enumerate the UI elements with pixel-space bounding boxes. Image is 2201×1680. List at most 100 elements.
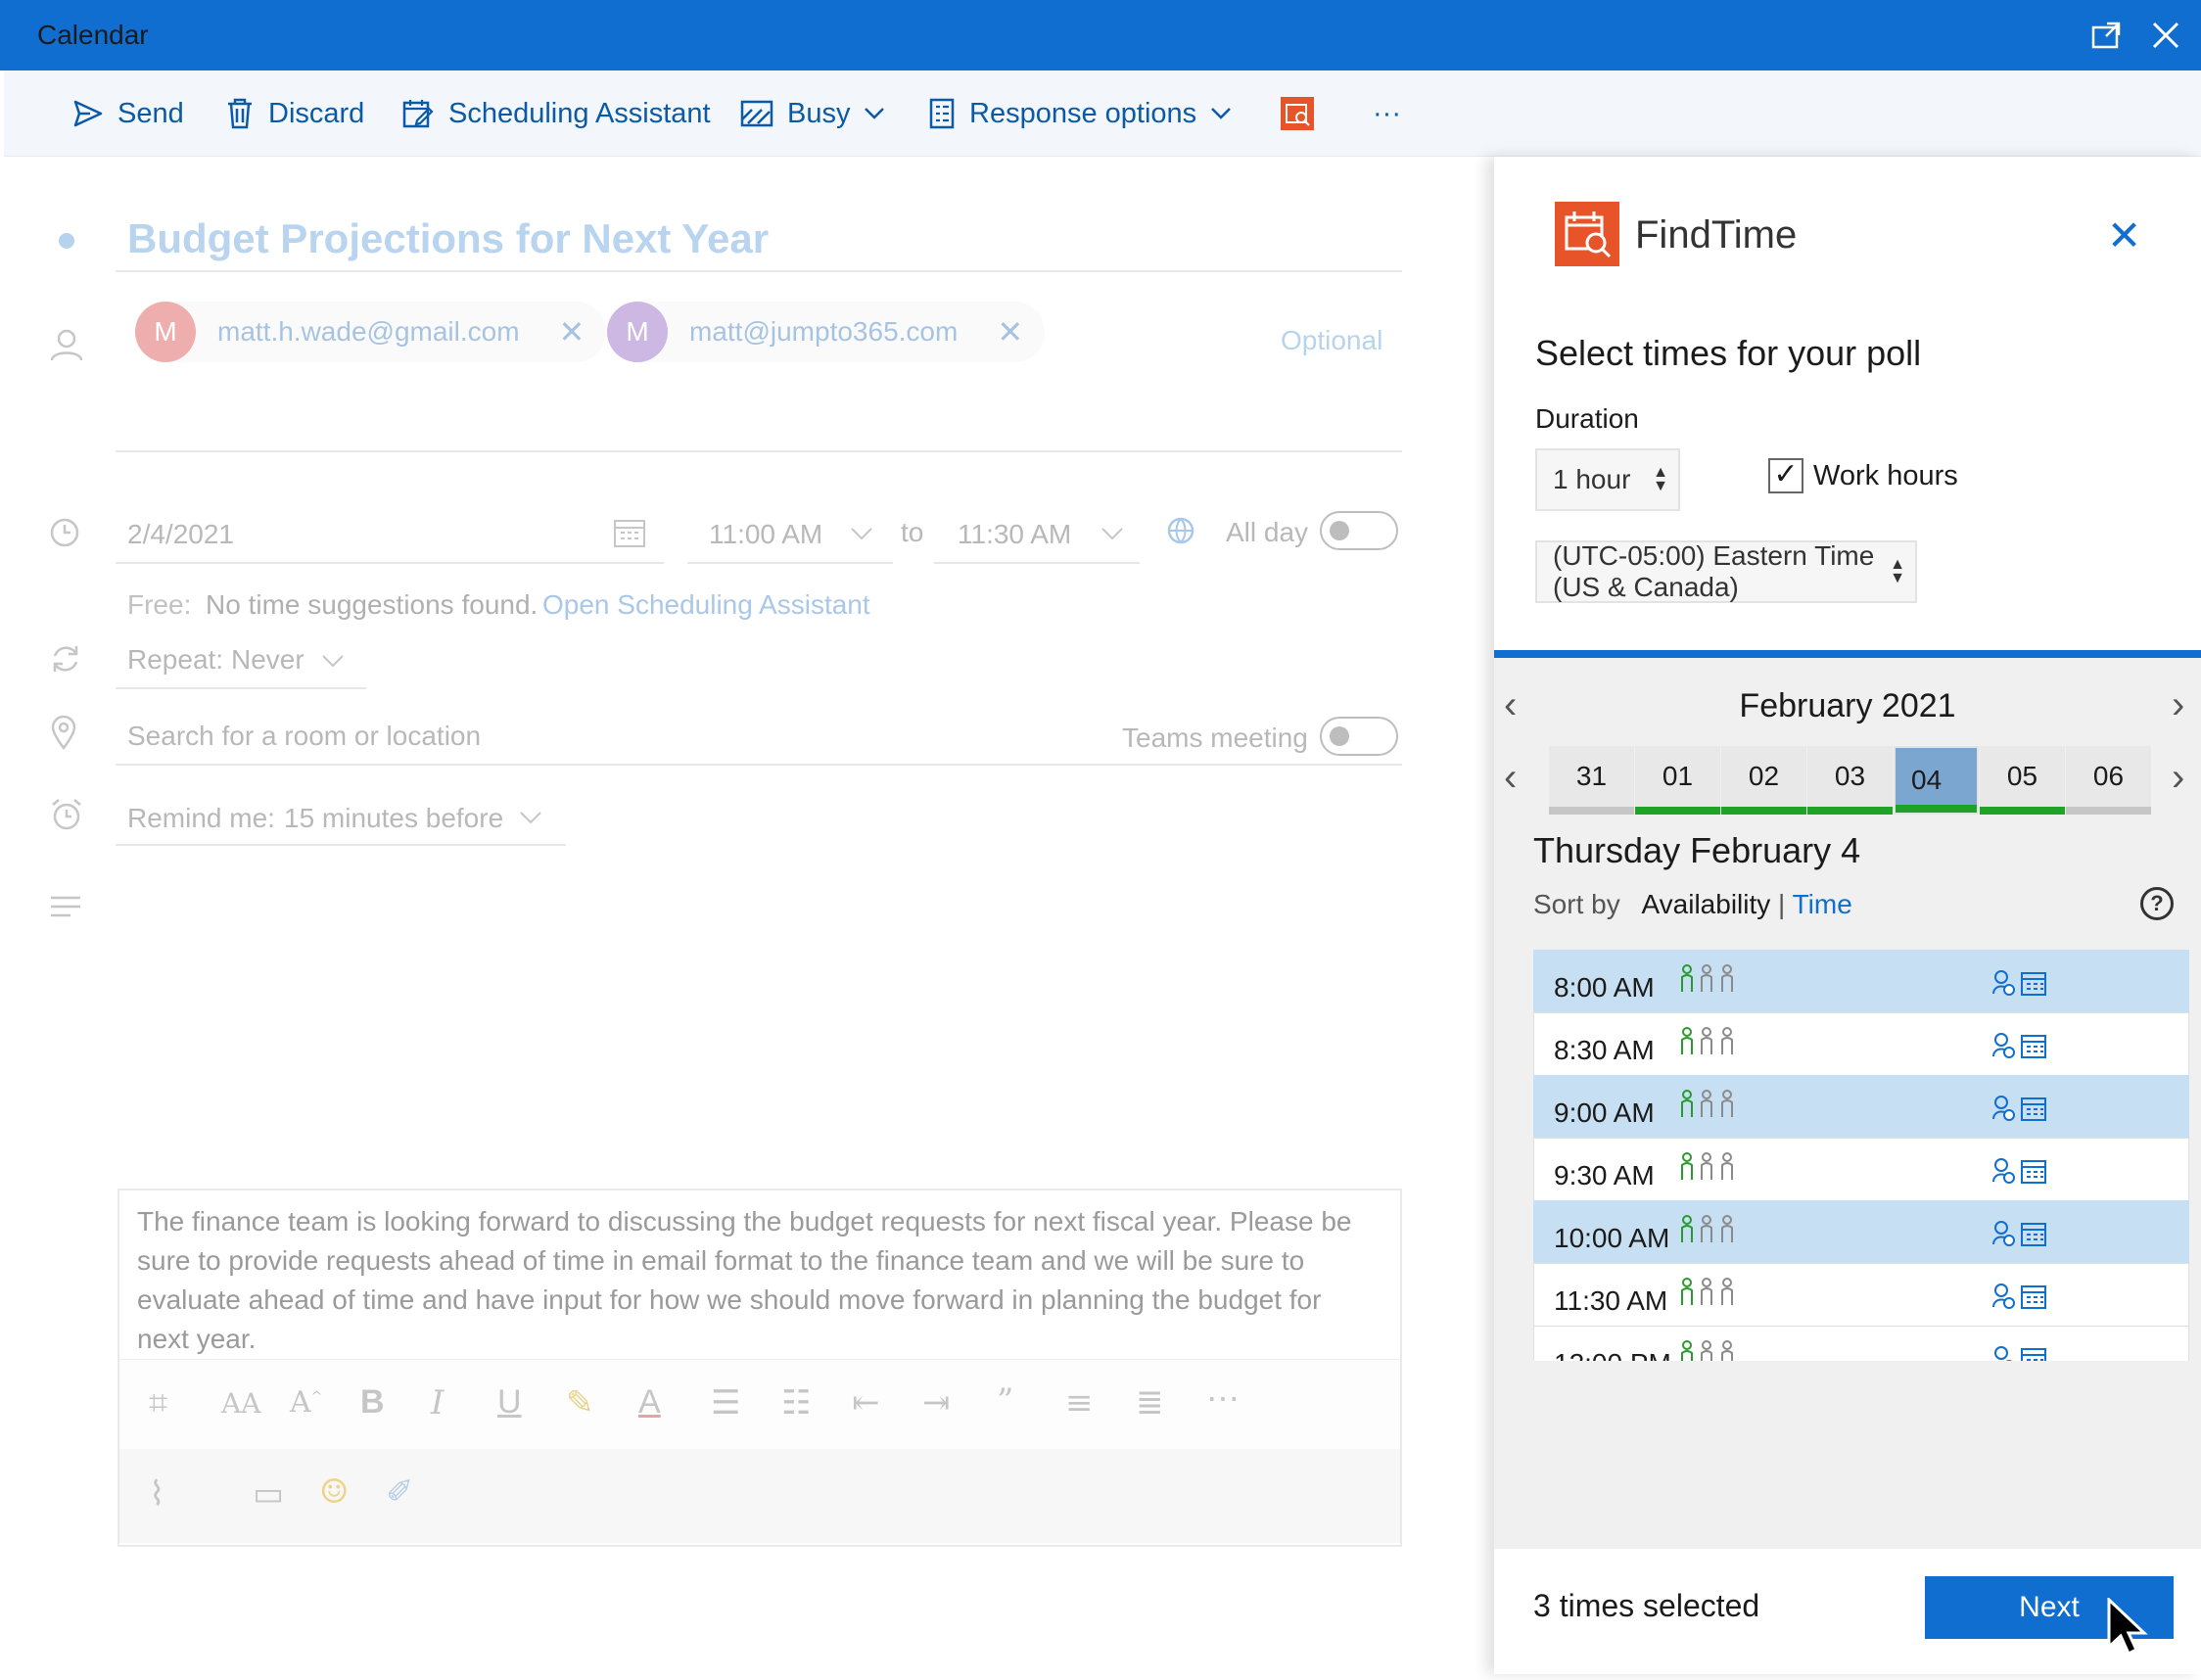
discard-button[interactable]: Discard	[225, 92, 364, 135]
remind-dropdown[interactable]: 15 minutes before	[284, 803, 503, 834]
attendee-email: matt.h.wade@gmail.com	[217, 316, 520, 347]
day-01[interactable]: 01	[1635, 746, 1720, 815]
sort-row: Sort by Availability | Time	[1533, 889, 1852, 920]
font-color-icon[interactable]: A	[638, 1383, 661, 1422]
slot-time: 9:30 AM	[1554, 1160, 1655, 1190]
sort-label: Sort by	[1533, 889, 1620, 919]
more-commands-button[interactable]: ···	[1373, 92, 1401, 135]
time-slot-list: 8:00 AM 8:30 AM 9:00 AM 9:30 AM 10:00 AM…	[1533, 950, 2189, 1361]
body-editor[interactable]: The finance team is looking forward to d…	[117, 1189, 1402, 1547]
spinner-icon: ▲ ▼	[1653, 464, 1668, 494]
organizer-calendar-icon[interactable]	[1992, 1156, 2047, 1190]
font-icon[interactable]: AA	[221, 1387, 260, 1420]
timezone-globe-icon[interactable]	[1165, 515, 1196, 546]
date-field[interactable]: 2/4/2021	[127, 519, 234, 550]
remind-label: Remind me:	[127, 803, 275, 833]
attendee-availability-icon	[1679, 1340, 1735, 1361]
close-panel-icon[interactable]: ✕	[2107, 211, 2141, 259]
work-hours-checkbox[interactable]: ✓	[1768, 458, 1803, 493]
day-03[interactable]: 03	[1807, 746, 1893, 815]
sort-time-button[interactable]: Time	[1793, 889, 1852, 919]
repeat-dropdown[interactable]: Never	[231, 644, 304, 676]
calendar-picker-icon[interactable]	[613, 517, 646, 548]
organizer-calendar-icon[interactable]	[1992, 1031, 2047, 1065]
italic-icon[interactable]: I	[431, 1383, 444, 1423]
start-time-dropdown[interactable]: 11:00 AM	[709, 519, 822, 550]
emoji-icon[interactable]: ☺	[319, 1472, 349, 1512]
optional-attendees-link[interactable]: Optional	[1281, 325, 1382, 356]
findtime-addin-button[interactable]	[1281, 92, 1328, 135]
category-dot[interactable]	[59, 233, 74, 249]
sort-availability-button[interactable]: Availability	[1641, 889, 1770, 919]
time-slot-row[interactable]: 12:00 PM	[1533, 1326, 2189, 1361]
quote-icon[interactable]: ”	[997, 1381, 1013, 1421]
response-options-dropdown[interactable]: Response options	[928, 92, 1232, 135]
allday-toggle[interactable]	[1320, 511, 1398, 550]
underline-icon[interactable]: U	[497, 1383, 522, 1422]
day-05[interactable]: 05	[1980, 746, 2065, 815]
scheduling-assistant-button[interactable]: Scheduling Assistant	[401, 92, 711, 135]
send-icon	[73, 100, 103, 127]
calendar-section: ‹ February 2021 › ‹ 31 01 02 03 04 05 06 › Thu…	[1494, 658, 2201, 1674]
increase-indent-icon[interactable]: ⇥	[922, 1383, 951, 1423]
work-hours-label: Work hours	[1813, 460, 1958, 491]
busy-dropdown[interactable]: Busy	[740, 92, 885, 135]
next-week-icon[interactable]: ›	[2172, 756, 2184, 800]
teams-meeting-toggle[interactable]	[1320, 717, 1398, 756]
end-time-dropdown[interactable]: 11:30 AM	[958, 519, 1071, 550]
attendee-email: matt@jumpto365.com	[689, 316, 959, 347]
organizer-calendar-icon[interactable]	[1992, 1219, 2047, 1253]
spinner-icon: ▲ ▼	[1890, 556, 1905, 586]
organizer-calendar-icon[interactable]	[1992, 1344, 2047, 1361]
attendee-chip[interactable]: M matt@jumpto365.com ✕	[607, 302, 1046, 362]
organizer-calendar-icon[interactable]	[1992, 968, 2047, 1003]
next-month-icon[interactable]: ›	[2172, 683, 2184, 727]
body-text[interactable]: The finance team is looking forward to d…	[137, 1202, 1381, 1359]
numbering-icon[interactable]: ☷	[781, 1383, 811, 1423]
person-icon	[50, 329, 83, 361]
bold-icon[interactable]: B	[360, 1383, 385, 1422]
popout-icon[interactable]	[2089, 18, 2125, 53]
subject-divider	[116, 270, 1402, 272]
decrease-indent-icon[interactable]: ⇤	[852, 1383, 880, 1423]
attendee-chip[interactable]: M matt.h.wade@gmail.com ✕	[135, 302, 607, 362]
repeat-underline	[116, 687, 366, 689]
day-02[interactable]: 02	[1721, 746, 1806, 815]
availability-bar	[1549, 807, 1634, 815]
slot-time: 8:30 AM	[1554, 1035, 1655, 1065]
location-input[interactable]: Search for a room or location	[127, 721, 481, 752]
close-window-icon[interactable]	[2148, 18, 2183, 53]
remove-attendee-icon[interactable]: ✕	[997, 313, 1023, 350]
attach-icon[interactable]: ⌇	[149, 1474, 165, 1514]
busy-label: Busy	[787, 97, 851, 129]
open-scheduling-assistant-link[interactable]: Open Scheduling Assistant	[542, 589, 870, 621]
editor-icon[interactable]: ✐	[386, 1472, 414, 1512]
timezone-select[interactable]: (UTC-05:00) Eastern Time (US & Canada) ▲…	[1535, 540, 1917, 603]
remind-underline	[116, 844, 566, 846]
day-04[interactable]: 04	[1894, 746, 1979, 815]
organizer-calendar-icon[interactable]	[1992, 1094, 2047, 1128]
more-format-icon[interactable]: ⋯	[1206, 1379, 1240, 1419]
image-icon[interactable]: ▭	[253, 1474, 284, 1514]
availability-bar	[1807, 807, 1893, 815]
chevron-down-icon	[865, 108, 885, 119]
day-06[interactable]: 06	[2066, 746, 2151, 815]
duration-select[interactable]: 1 hour ▲ ▼	[1535, 448, 1680, 511]
help-icon[interactable]: ?	[2140, 887, 2174, 920]
findtime-title: FindTime	[1635, 213, 1798, 257]
day-31[interactable]: 31	[1549, 746, 1634, 815]
send-button[interactable]: Send	[72, 92, 184, 135]
organizer-calendar-icon[interactable]	[1992, 1282, 2047, 1316]
command-toolbar: Send Discard Scheduling Assistant Busy R…	[4, 70, 2201, 157]
remove-attendee-icon[interactable]: ✕	[559, 313, 585, 350]
align-left-icon[interactable]: ≡	[1065, 1383, 1094, 1423]
timezone-value: (UTC-05:00) Eastern Time (US & Canada)	[1553, 540, 1875, 602]
bullets-icon[interactable]: ☰	[711, 1383, 740, 1423]
format-painter-icon[interactable]: ⌗	[149, 1383, 167, 1423]
highlight-icon[interactable]: ✎	[566, 1383, 594, 1423]
discard-label: Discard	[268, 97, 365, 129]
font-size-icon[interactable]: A^	[290, 1385, 322, 1420]
prev-week-icon[interactable]: ‹	[1504, 756, 1517, 800]
subject-field[interactable]: Budget Projections for Next Year	[127, 215, 769, 262]
align-justify-icon[interactable]: ≣	[1136, 1383, 1164, 1423]
